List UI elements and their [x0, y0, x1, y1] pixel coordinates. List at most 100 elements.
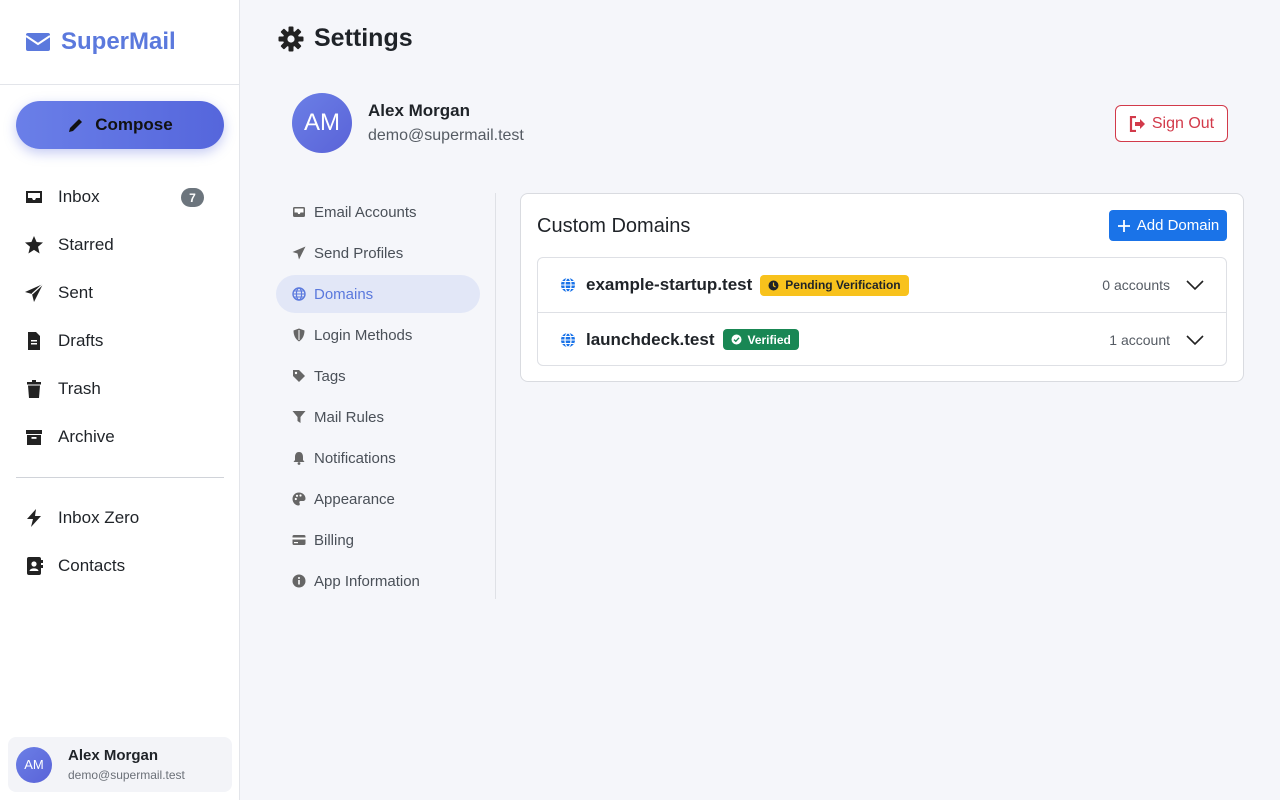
palette-icon: [292, 492, 306, 506]
settings-nav-billing[interactable]: Billing: [276, 521, 480, 559]
sidebar-item-starred[interactable]: Starred: [16, 221, 224, 269]
settings-nav-tags[interactable]: Tags: [276, 357, 480, 395]
user-email: demo@supermail.test: [68, 768, 185, 782]
secondary-nav: Inbox Zero Contacts: [16, 494, 224, 590]
settings-nav-domains[interactable]: Domains: [276, 275, 480, 313]
settings-nav-label: Email Accounts: [314, 203, 417, 221]
sidebar-item-inbox-zero[interactable]: Inbox Zero: [16, 494, 224, 542]
shield-icon: [293, 328, 305, 342]
inbox-icon: [293, 207, 305, 217]
domain-name: example-startup.test: [586, 275, 753, 294]
settings-nav-login-methods[interactable]: Login Methods: [276, 316, 480, 354]
file-icon: [28, 332, 40, 350]
nav-divider: [16, 477, 224, 478]
account-count: 0 accounts: [1102, 277, 1170, 293]
settings-nav-notifications[interactable]: Notifications: [276, 439, 480, 477]
send-icon: [292, 246, 306, 260]
star-icon: [25, 236, 43, 254]
settings-nav-mail-rules[interactable]: Mail Rules: [276, 398, 480, 436]
envelope-icon: [25, 33, 51, 51]
unread-badge: 7: [181, 188, 204, 207]
sidebar-item-label: Inbox: [58, 187, 100, 206]
bell-icon: [293, 452, 305, 465]
archive-icon: [26, 430, 42, 445]
custom-domains-panel: Custom Domains Add Domain example-startu…: [520, 193, 1244, 382]
sidebar-item-drafts[interactable]: Drafts: [16, 317, 224, 365]
globe-icon: [561, 277, 575, 293]
settings-nav-send-profiles[interactable]: Send Profiles: [276, 234, 480, 272]
sidebar-item-archive[interactable]: Archive: [16, 413, 224, 461]
panel-title: Custom Domains: [537, 215, 691, 237]
tag-icon: [293, 370, 305, 382]
main-nav: Inbox 7 Starred Sent Drafts Trash Archiv…: [16, 173, 224, 461]
sidebar-item-label: Drafts: [58, 331, 104, 350]
status-label: Pending Verification: [785, 278, 901, 292]
sign-out-label: Sign Out: [1151, 114, 1215, 132]
status-label: Verified: [747, 332, 791, 347]
trash-icon: [27, 380, 41, 398]
domain-row[interactable]: example-startup.test Pending Verificatio…: [538, 258, 1226, 312]
filter-icon: [292, 411, 306, 423]
sidebar-item-trash[interactable]: Trash: [16, 365, 224, 413]
chevron-down-icon[interactable]: [1186, 279, 1204, 291]
status-badge: Verified: [722, 329, 799, 350]
profile-summary: AM Alex Morgan demo@supermail.test: [292, 93, 524, 153]
sidebar: SuperMail Compose Inbox 7 Starred Sent D…: [0, 0, 240, 800]
sidebar-item-label: Starred: [58, 235, 114, 254]
current-user-card[interactable]: AM Alex Morgan demo@supermail.test: [8, 737, 232, 792]
app-name: SuperMail: [61, 28, 176, 55]
sidebar-item-label: Contacts: [58, 556, 126, 575]
add-domain-label: Add Domain: [1136, 217, 1220, 234]
settings-nav-appearance[interactable]: Appearance: [276, 480, 480, 518]
add-domain-button[interactable]: Add Domain: [1109, 210, 1227, 241]
status-badge: Pending Verification: [760, 274, 909, 296]
sidebar-item-label: Sent: [58, 283, 93, 302]
sidebar-item-label: Inbox Zero: [58, 508, 140, 527]
settings-nav-label: Mail Rules: [314, 408, 385, 426]
gear-icon: [278, 26, 304, 51]
settings-nav: Email Accounts Send Profiles Domains Log…: [276, 193, 496, 599]
pencil-icon: [69, 119, 83, 132]
settings-nav-label: Login Methods: [314, 326, 413, 344]
sidebar-item-contacts[interactable]: Contacts: [16, 542, 224, 590]
clock-icon: [768, 280, 779, 290]
globe-icon: [292, 287, 306, 301]
sidebar-item-inbox[interactable]: Inbox 7: [16, 173, 224, 221]
brand[interactable]: SuperMail: [0, 0, 239, 85]
settings-nav-label: Tags: [314, 367, 346, 385]
sidebar-item-sent[interactable]: Sent: [16, 269, 224, 317]
account-count: 1 account: [1109, 331, 1170, 348]
avatar: AM: [292, 93, 352, 153]
settings-nav-label: Appearance: [314, 490, 395, 508]
plus-icon: [1117, 219, 1130, 232]
profile-email: demo@supermail.test: [368, 127, 524, 144]
sidebar-item-label: Archive: [58, 427, 115, 446]
settings-nav-label: Billing: [314, 531, 355, 549]
check-circle-icon: [731, 334, 741, 345]
avatar: AM: [16, 746, 52, 783]
settings-nav-email-accounts[interactable]: Email Accounts: [276, 193, 480, 231]
user-name: Alex Morgan: [68, 747, 159, 764]
settings-nav-label: Notifications: [314, 449, 396, 467]
settings-nav-label: App Information: [314, 572, 420, 590]
compose-label: Compose: [95, 115, 173, 134]
settings-nav-app-information[interactable]: App Information: [276, 562, 480, 600]
address-book-icon: [27, 557, 43, 575]
sign-out-button[interactable]: Sign Out: [1115, 105, 1228, 142]
compose-button[interactable]: Compose: [16, 101, 224, 149]
chevron-down-icon[interactable]: [1186, 334, 1204, 346]
domain-row[interactable]: launchdeck.test Verified 1 account: [538, 312, 1226, 365]
domain-name: launchdeck.test: [586, 329, 715, 349]
send-icon: [25, 283, 44, 302]
sign-out-icon: [1129, 115, 1145, 132]
inbox-icon: [26, 191, 42, 203]
settings-nav-label: Send Profiles: [314, 244, 404, 262]
info-icon: [292, 574, 306, 588]
credit-card-icon: [292, 535, 306, 545]
globe-icon: [561, 331, 575, 348]
page-header: Settings: [278, 24, 413, 53]
page-title: Settings: [314, 24, 413, 52]
sidebar-item-label: Trash: [58, 379, 101, 398]
domain-list: example-startup.test Pending Verificatio…: [537, 257, 1227, 366]
bolt-icon: [27, 509, 41, 527]
